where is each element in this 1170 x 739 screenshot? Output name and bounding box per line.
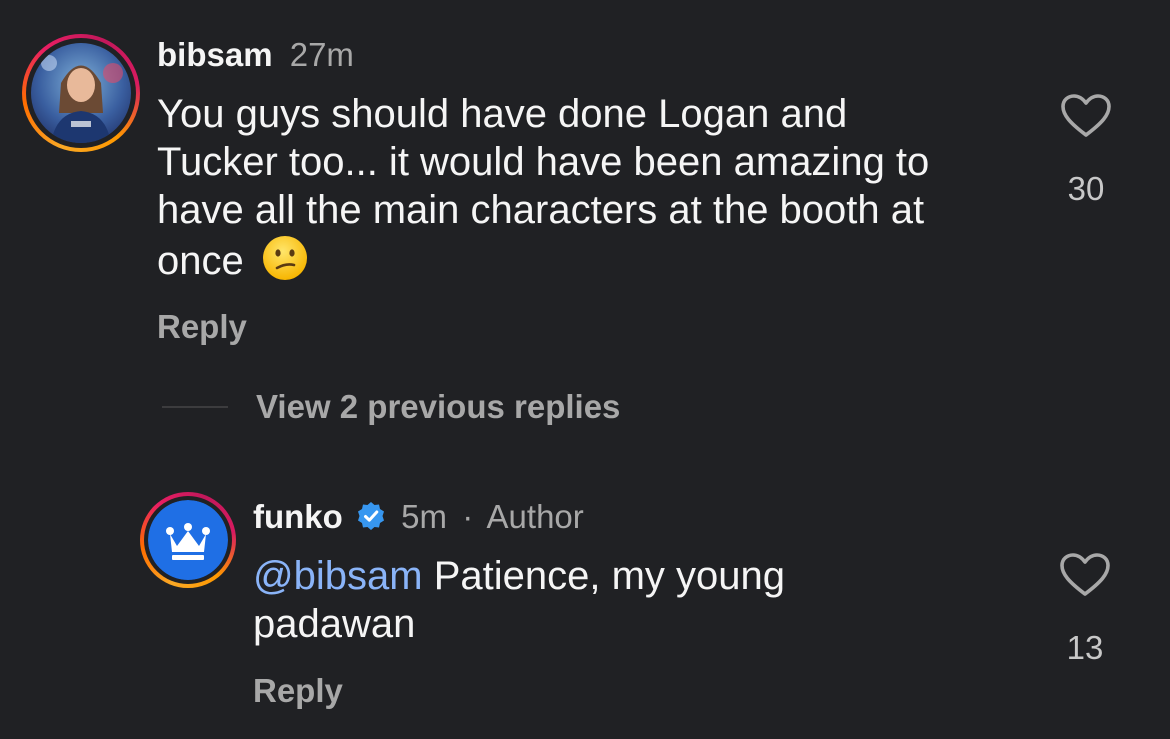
- comment-bibsam: bibsam 27m You guys should have done Log…: [0, 0, 1170, 360]
- confused-face-icon: [261, 234, 309, 293]
- comment-text-line: once: [157, 239, 244, 283]
- reply-funko: funko 5m · Author @bibsam Patience, my y…: [0, 470, 1170, 739]
- like-heart-icon[interactable]: [1059, 552, 1111, 603]
- like-count: 13: [1066, 629, 1104, 666]
- reply-text-line: Patience, my young: [433, 554, 785, 598]
- like-heart-icon[interactable]: [1060, 93, 1112, 144]
- comment-text-line: You guys should have done Logan and: [157, 92, 848, 136]
- comment-text: You guys should have done Logan and Tuck…: [157, 90, 1037, 293]
- meta-separator: ·: [462, 498, 474, 535]
- comment-text-line: have all the main characters at the boot…: [157, 188, 925, 232]
- reply-button[interactable]: Reply: [253, 672, 343, 710]
- reply-text-first-line: @bibsam Patience, my young: [253, 552, 1013, 600]
- username[interactable]: bibsam: [157, 36, 273, 73]
- verified-badge-icon: [356, 501, 386, 539]
- username[interactable]: funko: [253, 498, 343, 535]
- avatar-bibsam[interactable]: [22, 34, 140, 152]
- like-count: 30: [1067, 170, 1105, 207]
- funko-logo: [148, 500, 228, 580]
- reply-text-line: padawan: [253, 602, 416, 646]
- avatar-photo: [31, 43, 131, 143]
- avatar-funko[interactable]: [140, 492, 236, 588]
- reply-text: @bibsam Patience, my young padawan: [253, 552, 1013, 648]
- comment-text-last-line: once: [157, 234, 1037, 293]
- comment-text-line: Tucker too... it would have been amazing…: [157, 140, 930, 184]
- mention-link[interactable]: @bibsam: [253, 554, 423, 598]
- author-label: Author: [486, 498, 584, 535]
- comment-header: bibsam 27m: [157, 36, 354, 74]
- thread-divider: [162, 406, 228, 408]
- timestamp: 27m: [289, 36, 354, 73]
- view-previous-replies-button[interactable]: View 2 previous replies: [256, 388, 620, 426]
- reply-header: funko 5m · Author: [253, 498, 584, 539]
- timestamp: 5m: [401, 498, 448, 535]
- reply-button[interactable]: Reply: [157, 308, 247, 346]
